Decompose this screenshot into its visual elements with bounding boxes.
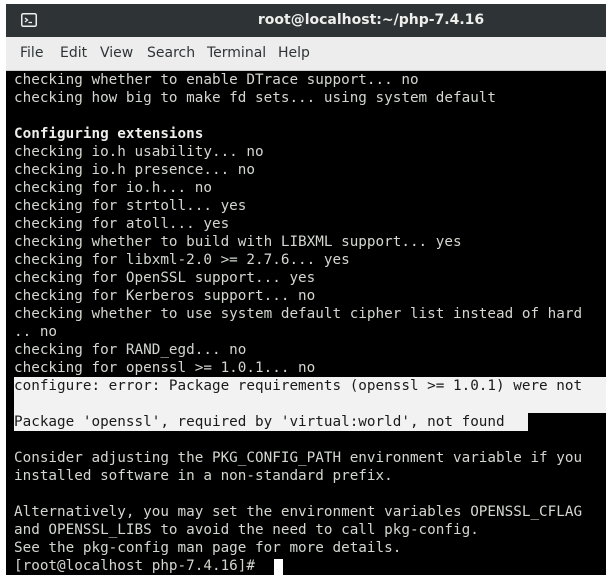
- terminal-line: checking for io.h... no: [14, 180, 212, 196]
- menu-file[interactable]: File: [20, 37, 43, 70]
- terminal-output[interactable]: checking whether to enable DTrace suppor…: [6, 71, 606, 575]
- terminal-line: installed software in a non-standard pre…: [14, 468, 393, 484]
- terminal-line: See the pkg-config man page for more det…: [14, 540, 402, 556]
- menu-terminal[interactable]: Terminal: [207, 37, 266, 70]
- terminal-line: .. no: [14, 324, 58, 340]
- title-bar[interactable]: root@localhost:~/php-7.4.16: [6, 4, 606, 37]
- terminal-line: Consider adjusting the PKG_CONFIG_PATH e…: [14, 450, 583, 466]
- terminal-line: checking for RAND_egd... no: [14, 342, 247, 358]
- error-line: configure: error: Package requirements (…: [14, 378, 583, 394]
- selection-highlight: [14, 395, 606, 413]
- terminal-window: root@localhost:~/php-7.4.16 File Edit Vi…: [6, 4, 606, 575]
- terminal-line: checking for OpenSSL support... yes: [14, 270, 316, 286]
- terminal-line: checking io.h usability... no: [14, 144, 264, 160]
- terminal-line: checking whether to build with LIBXML su…: [14, 234, 462, 250]
- menu-search[interactable]: Search: [147, 37, 195, 70]
- error-line: Package 'openssl', required by 'virtual:…: [14, 414, 505, 430]
- menu-edit[interactable]: Edit: [60, 37, 87, 70]
- terminal-line: and OPENSSL_LIBS to avoid the need to ca…: [14, 522, 479, 538]
- menu-help[interactable]: Help: [278, 37, 310, 70]
- terminal-line: checking whether to enable DTrace suppor…: [14, 72, 419, 88]
- terminal-line: checking for libxml-2.0 >= 2.7.6... yes: [14, 252, 350, 268]
- menu-view[interactable]: View: [100, 37, 133, 70]
- terminal-line: checking for openssl >= 1.0.1... no: [14, 360, 316, 376]
- window-title: root@localhost:~/php-7.4.16: [257, 12, 485, 28]
- terminal-line: checking how big to make fd sets... usin…: [14, 90, 497, 106]
- terminal-line: checking io.h presence... no: [14, 162, 256, 178]
- text-cursor: [274, 559, 283, 575]
- menu-bar: File Edit View Search Terminal Help: [6, 37, 606, 71]
- shell-prompt: [root@localhost php-7.4.16]#: [14, 558, 264, 574]
- terminal-line: checking for strtoll... yes: [14, 198, 247, 214]
- terminal-line: checking whether to use system default c…: [14, 306, 583, 322]
- section-heading: Configuring extensions: [14, 126, 204, 142]
- terminal-line: Alternatively, you may set the environme…: [14, 504, 583, 520]
- terminal-line: checking for Kerberos support... no: [14, 288, 316, 304]
- terminal-line: checking for atoll... yes: [14, 216, 230, 232]
